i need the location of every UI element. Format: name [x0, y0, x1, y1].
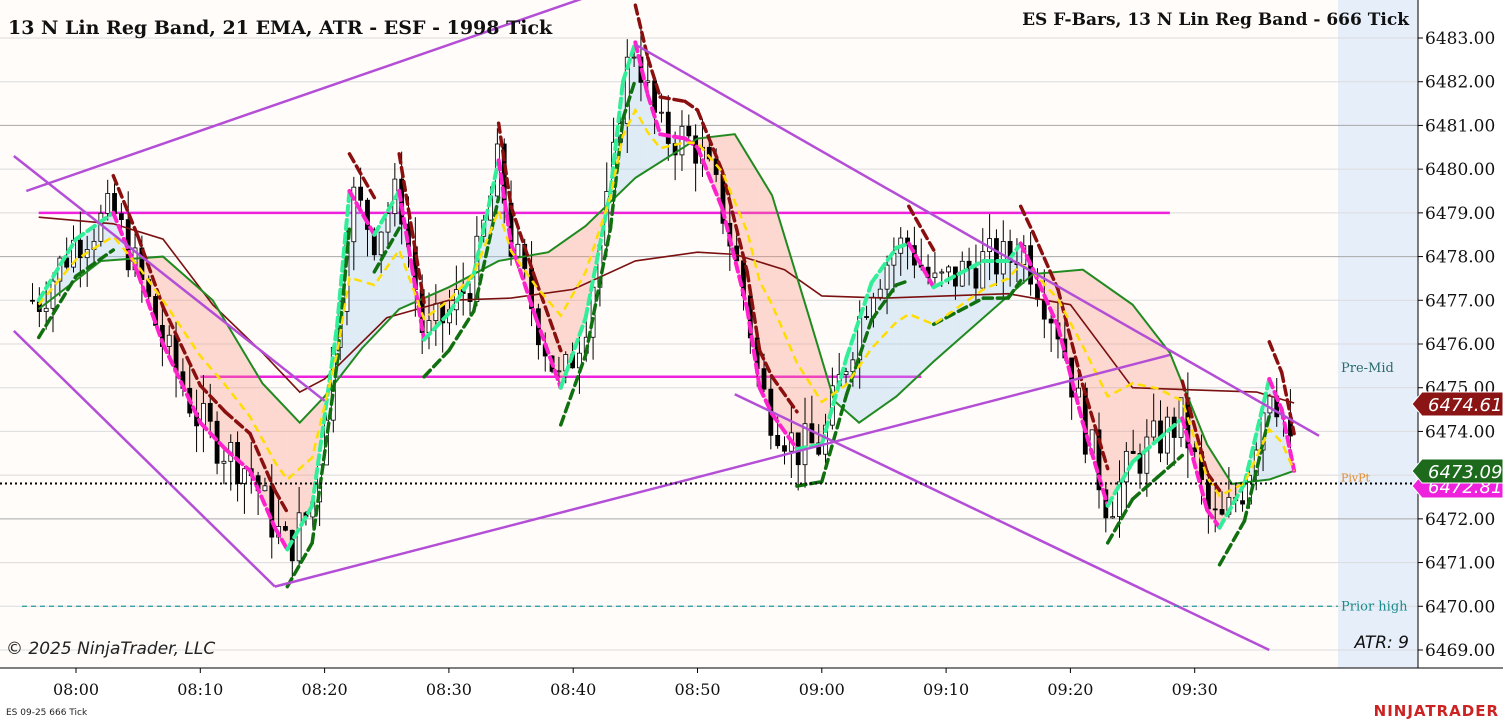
- candle-body: [118, 213, 124, 221]
- candle-body: [242, 468, 247, 484]
- time-tick-label: 09:20: [1047, 680, 1093, 699]
- level-label: Prior high: [1341, 599, 1408, 614]
- price-marker: 6473.09: [1411, 458, 1503, 484]
- band-fill: [299, 416, 306, 528]
- price-marker-label: 6473.09: [1428, 462, 1502, 483]
- candle-body: [426, 320, 432, 333]
- candle-body: [679, 125, 685, 156]
- price-tick-label: 6469.00: [1425, 641, 1495, 661]
- price-marker: 6474.61: [1411, 391, 1503, 417]
- time-tick-label: 08:30: [426, 680, 472, 699]
- candle-body: [884, 264, 890, 290]
- time-tick-label: 08:50: [674, 680, 720, 699]
- time-tick-label: 09:10: [923, 680, 969, 699]
- ninjatrader-logo: NINJATRADER: [1374, 702, 1499, 720]
- candle-body: [973, 268, 979, 289]
- candle-body: [515, 243, 521, 257]
- candle-body: [775, 434, 781, 447]
- instrument-label: ES 09-25 666 Tick: [6, 708, 88, 718]
- candle-body: [207, 403, 213, 422]
- candle-body: [782, 445, 787, 452]
- candle-body: [262, 485, 268, 492]
- candle-body: [1000, 241, 1006, 275]
- candle-body: [877, 288, 883, 298]
- atr-label: ATR: 9: [1353, 633, 1409, 653]
- chart-title-left: 13 N Lin Reg Band, 21 EMA, ATR - ESF - 1…: [8, 17, 553, 39]
- candle-body: [1110, 516, 1116, 519]
- price-tick-label: 6482.00: [1425, 73, 1495, 93]
- candle-body: [358, 186, 364, 201]
- price-axis[interactable]: 6469.006470.006471.006472.006473.006474.…: [1417, 0, 1495, 668]
- time-tick-label: 09:30: [1172, 680, 1218, 699]
- candle-body: [1151, 420, 1157, 438]
- price-tick-label: 6479.00: [1425, 204, 1495, 224]
- candle-body: [809, 423, 815, 444]
- candle-body: [980, 251, 986, 289]
- price-tick-label: 6474.00: [1425, 422, 1495, 442]
- candle-body: [939, 271, 945, 274]
- price-tick-label: 6477.00: [1425, 291, 1495, 311]
- copyright: © 2025 NinjaTrader, LLC: [6, 639, 215, 659]
- candle-body: [269, 485, 275, 538]
- price-markers: 6472.816473.096474.61: [1411, 391, 1503, 499]
- candle-body: [1267, 395, 1273, 414]
- candle-body: [50, 280, 56, 309]
- candle-body: [221, 460, 227, 464]
- candle-body: [1130, 450, 1136, 454]
- candle-body: [30, 299, 35, 302]
- price-tick-label: 6471.00: [1425, 554, 1495, 574]
- price-tick-label: 6483.00: [1425, 29, 1495, 49]
- price-tick-label: 6476.00: [1425, 335, 1495, 355]
- candle-body: [1144, 436, 1150, 474]
- price-tick-label: 6480.00: [1425, 160, 1495, 180]
- time-tick-label: 08:40: [550, 680, 596, 699]
- candle-body: [1219, 509, 1225, 515]
- price-chart[interactable]: 6469.006470.006471.006472.006473.006474.…: [0, 0, 1503, 721]
- band-fill: [287, 409, 294, 550]
- level-label: Pre-Mid: [1341, 361, 1394, 376]
- chart-area[interactable]: 6469.006470.006471.006472.006473.006474.…: [0, 0, 1503, 721]
- candle-body: [946, 266, 951, 273]
- time-axis[interactable]: 08:00 08:10 08:20 08:30 08:40 08:50 09:00 09:10…: [0, 667, 1503, 699]
- future-shade: [1338, 0, 1418, 668]
- price-marker-label: 6474.61: [1428, 395, 1502, 416]
- candle-body: [1212, 508, 1218, 511]
- candle-body: [43, 307, 49, 312]
- candle-body: [296, 512, 302, 562]
- candle-body: [166, 334, 172, 347]
- candle-body: [761, 368, 767, 390]
- candle-body: [98, 212, 104, 242]
- chart-title-right: ES F-Bars, 13 N Lin Reg Band - 666 Tick: [1022, 10, 1410, 30]
- candle-body: [556, 370, 562, 373]
- band-fill: [218, 310, 226, 449]
- level-label: PivPt: [1341, 471, 1371, 484]
- candle-body: [932, 272, 938, 278]
- candle-body: [1240, 500, 1245, 505]
- band-fill: [896, 245, 903, 397]
- candle-body: [1192, 447, 1198, 453]
- time-tick-label: 08:00: [53, 680, 99, 699]
- price-tick-label: 6478.00: [1425, 248, 1495, 268]
- candle-body: [686, 125, 692, 137]
- candle-body: [843, 371, 849, 376]
- candle-body: [659, 111, 664, 114]
- candle-body: [378, 231, 384, 256]
- band-fill: [243, 352, 251, 471]
- time-tick-label: 08:20: [302, 680, 348, 699]
- candle-body: [112, 193, 117, 215]
- candle-body: [1048, 318, 1054, 324]
- band-fill: [274, 396, 282, 539]
- time-tick-label: 09:00: [799, 680, 845, 699]
- candle-body: [850, 359, 856, 372]
- candle-body: [864, 316, 869, 318]
- time-tick-label: 08:10: [177, 680, 223, 699]
- candle-body: [994, 238, 999, 275]
- price-tick-label: 6470.00: [1425, 597, 1495, 617]
- candle-body: [283, 526, 288, 531]
- price-tick-label: 6481.00: [1425, 116, 1495, 136]
- candle-body: [631, 56, 637, 59]
- price-tick-label: 6472.00: [1425, 510, 1495, 530]
- candle-body: [105, 193, 111, 214]
- candle-body: [665, 111, 671, 144]
